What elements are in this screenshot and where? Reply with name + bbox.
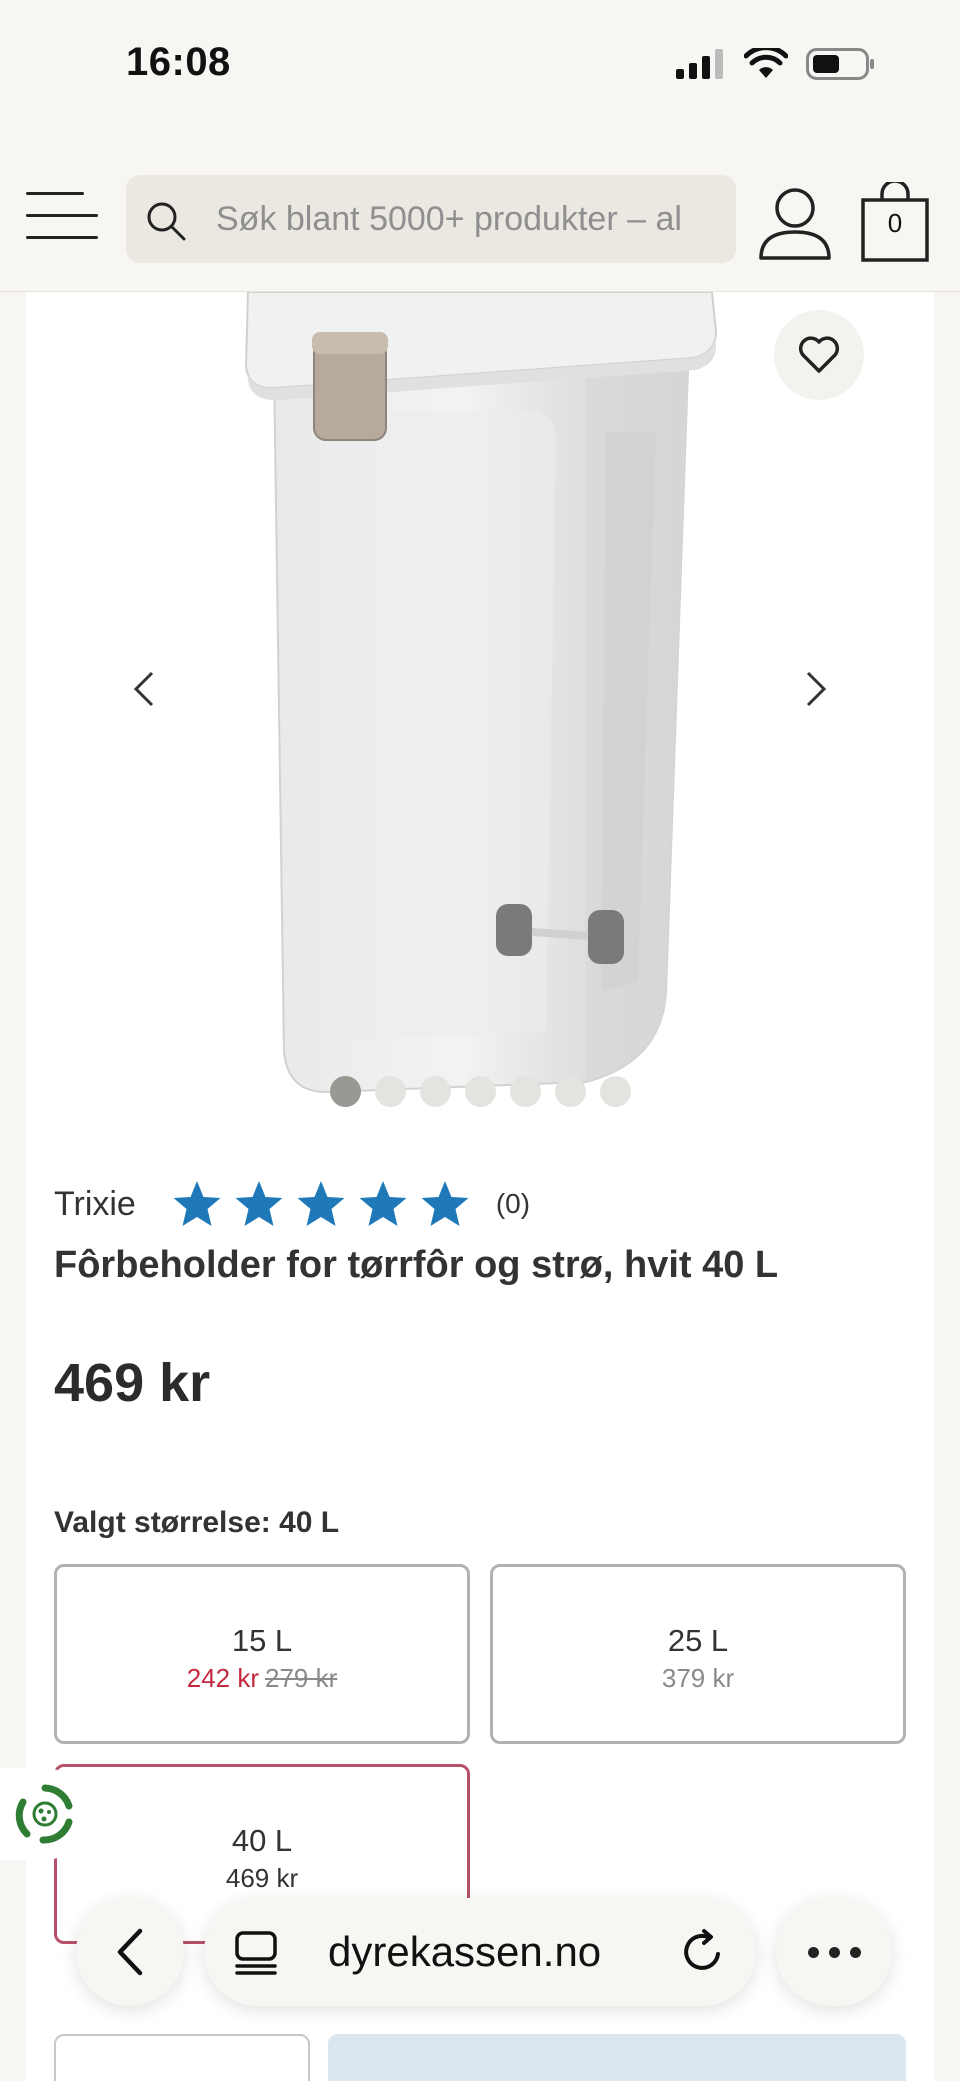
gallery-next-button[interactable] <box>796 664 836 714</box>
wifi-icon <box>744 48 788 78</box>
rating-stars[interactable] <box>172 1180 470 1228</box>
user-icon <box>759 188 831 260</box>
gallery-dot[interactable] <box>375 1076 406 1107</box>
menu-button[interactable] <box>26 192 98 242</box>
product-title: Fôrbeholder for tørrfôr og strø, hvit 40… <box>54 1244 779 1286</box>
browser-toolbar: dyrekassen.no <box>0 1890 960 2010</box>
reload-icon[interactable] <box>678 1928 726 1976</box>
search-input[interactable] <box>216 195 721 243</box>
gallery-prev-button[interactable] <box>124 664 164 714</box>
menu-icon <box>26 192 84 195</box>
star-icon <box>421 1181 469 1226</box>
chevron-right-icon <box>806 671 827 707</box>
battery-icon <box>806 48 874 80</box>
selected-size-label: Valgt størrelse: 40 L <box>54 1506 340 1539</box>
menu-icon-line <box>26 236 98 239</box>
size-option-15l[interactable]: 15 L 242 kr 279 kr <box>54 1564 470 1744</box>
eco-badge[interactable] <box>0 1768 90 1860</box>
star-icon <box>297 1181 345 1226</box>
size-name: 40 L <box>231 1823 293 1858</box>
more-dot <box>828 1946 840 1958</box>
size-name: 15 L <box>231 1623 293 1658</box>
chevron-left-icon <box>117 1928 143 1976</box>
more-dot <box>849 1946 861 1958</box>
chevron-left-icon <box>133 671 154 707</box>
browser-more-button[interactable] <box>776 1898 892 2006</box>
signal-icon <box>676 49 723 79</box>
star-icon <box>173 1181 221 1226</box>
product-card: Trixie (0) Fôrbeholder for tørrfôr og st… <box>26 292 934 2081</box>
status-icons <box>676 48 876 80</box>
url-text: dyrekassen.no <box>328 1928 602 1975</box>
gallery-dot[interactable] <box>465 1076 496 1107</box>
brand-rating-row: Trixie (0) <box>54 1180 530 1228</box>
old-price: 279 kr <box>265 1663 338 1693</box>
quantity-selector[interactable] <box>54 2034 310 2081</box>
size-name: 25 L <box>667 1623 729 1658</box>
account-button[interactable] <box>758 186 832 262</box>
star-icon <box>235 1181 283 1226</box>
more-dots-icon <box>807 1946 819 1958</box>
gallery-dot[interactable] <box>555 1076 586 1107</box>
gallery-dots <box>330 1076 631 1107</box>
cart-count: 0 <box>887 208 903 238</box>
rating-count[interactable]: (0) <box>496 1188 530 1220</box>
gallery-dot[interactable] <box>420 1076 451 1107</box>
product-price: 469 kr <box>54 1353 211 1413</box>
cart-button[interactable]: 0 <box>860 182 930 264</box>
size-option-25l[interactable]: 25 L 379 kr <box>490 1564 906 1744</box>
address-bar[interactable]: dyrekassen.no <box>204 1898 756 2006</box>
recycle-icon <box>15 1784 73 1844</box>
favorite-button[interactable] <box>774 310 864 400</box>
search-bar[interactable] <box>126 175 736 263</box>
heart-icon <box>798 336 840 373</box>
status-time: 16:08 <box>126 40 231 84</box>
star-icon <box>359 1181 407 1226</box>
status-bar: 16:08 <box>0 0 960 130</box>
sale-price: 242 kr <box>186 1663 259 1693</box>
menu-icon-line <box>26 214 98 217</box>
search-icon <box>147 202 186 241</box>
product-gallery[interactable] <box>26 292 934 1112</box>
tabs-icon <box>235 1931 277 1975</box>
gallery-dot[interactable] <box>510 1076 541 1107</box>
gallery-dot[interactable] <box>330 1076 361 1107</box>
size-price: 242 kr 279 kr <box>57 1663 467 1694</box>
browser-back-button[interactable] <box>76 1898 184 2006</box>
site-header: 0 <box>0 130 960 292</box>
gallery-dot[interactable] <box>600 1076 631 1107</box>
size-price: 379 kr <box>661 1663 735 1693</box>
add-to-cart-button[interactable] <box>328 2034 906 2081</box>
brand-name[interactable]: Trixie <box>54 1185 136 1224</box>
